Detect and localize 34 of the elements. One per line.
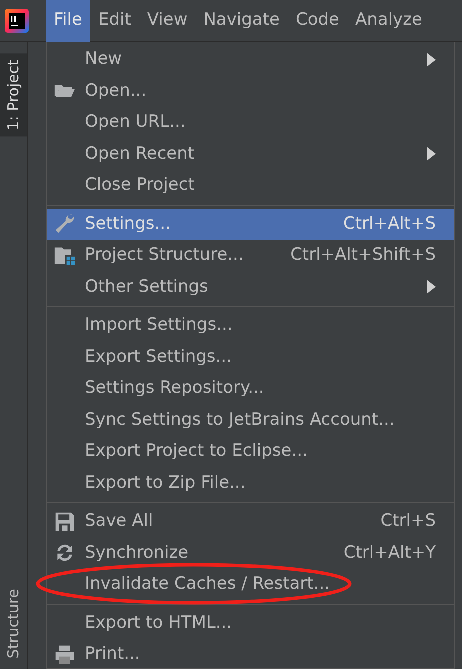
- printer-icon: [53, 644, 77, 666]
- menu-item[interactable]: Export Project to Eclipse...: [47, 436, 454, 468]
- menu-item[interactable]: Settings Repository...: [47, 373, 454, 404]
- shortcut-text: Ctrl+Alt+S: [343, 212, 436, 236]
- wrench-icon: [53, 213, 77, 236]
- menu-item[interactable]: Settings... Ctrl+Alt+S: [47, 208, 454, 240]
- menu-item[interactable]: New: [47, 44, 454, 76]
- menu-item[interactable]: Open Recent: [47, 138, 454, 170]
- shortcut-text: Ctrl+Alt+Shift+S: [290, 244, 436, 267]
- menu-bar-item[interactable]: View: [139, 0, 196, 42]
- menu-bar-item[interactable]: Analyze: [348, 0, 431, 42]
- app-logo-icon[interactable]: [5, 8, 29, 32]
- menu-item[interactable]: Open...: [47, 76, 454, 107]
- menu-item[interactable]: Print...: [47, 639, 454, 669]
- menu-item[interactable]: Close Project: [47, 170, 454, 202]
- menu-item[interactable]: Sync Settings to JetBrains Account...: [47, 404, 454, 436]
- menu-item[interactable]: Export to HTML...: [47, 608, 454, 639]
- menu-item[interactable]: Import Settings...: [47, 310, 454, 342]
- menu-item[interactable]: Open URL...: [47, 107, 454, 138]
- side-tab[interactable]: 1: Project: [0, 54, 27, 137]
- shortcut-text: Ctrl+Alt+Y: [344, 542, 436, 564]
- menu-item[interactable]: Project Structure... Ctrl+Alt+Shift+S: [47, 240, 454, 272]
- menu-item[interactable]: Synchronize Ctrl+Alt+Y: [47, 538, 454, 569]
- side-tab[interactable]: Structure: [0, 583, 27, 665]
- menu-bar-item[interactable]: File: [46, 0, 90, 42]
- menu-item[interactable]: Other Settings: [47, 272, 454, 303]
- menu-item[interactable]: Invalidate Caches / Restart...: [47, 569, 454, 600]
- menu-bar-item[interactable]: Navigate: [196, 0, 288, 42]
- menu-bar-item[interactable]: Edit: [90, 0, 140, 42]
- menu-item[interactable]: Export Settings...: [47, 342, 454, 373]
- menu-item[interactable]: Export to Zip File...: [47, 468, 454, 499]
- menu-bar-item[interactable]: Code: [288, 0, 348, 42]
- shortcut-text: Ctrl+S: [380, 510, 436, 533]
- menu-item[interactable]: Save All Ctrl+S: [47, 506, 454, 538]
